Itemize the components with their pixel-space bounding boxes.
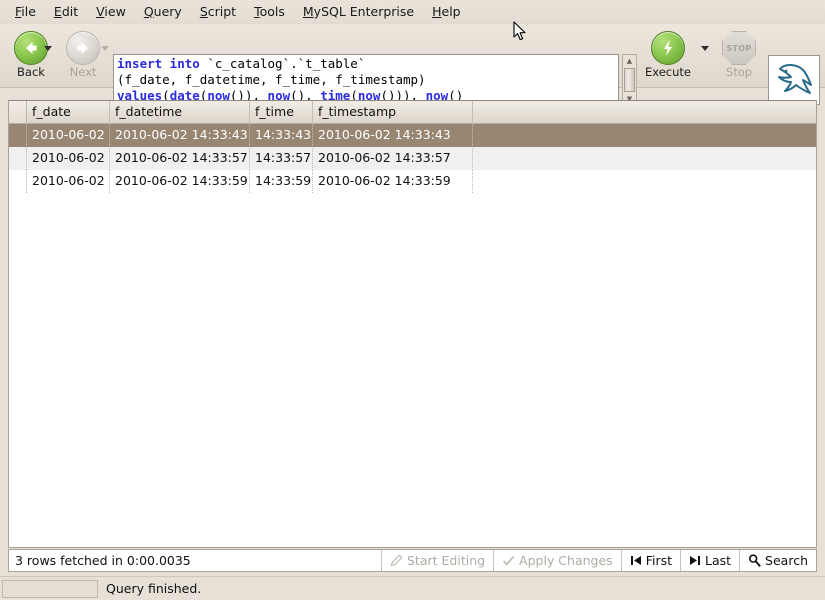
table-row[interactable]: 2010-06-02 2010-06-02 14:33:43 14:33:43 201… (9, 124, 816, 147)
scroll-up-icon[interactable]: ▲ (623, 55, 636, 67)
apply-changes-button: Apply Changes (493, 550, 621, 571)
execute-dropdown-arrow[interactable] (701, 46, 709, 51)
check-icon (502, 554, 515, 567)
column-header-f_date[interactable]: f_date (27, 101, 110, 123)
menu-query[interactable]: Query (135, 2, 191, 23)
sql-text: (f_date, f_datetime, f_time, f_timestamp… (117, 72, 426, 87)
menu-accelerator: M (302, 3, 314, 19)
start-editing-button: Start Editing (381, 550, 493, 571)
column-header-f_timestamp[interactable]: f_timestamp (313, 101, 473, 123)
menu-edit[interactable]: Edit (45, 2, 87, 23)
magnifier-icon (748, 554, 761, 567)
cell-f_time[interactable]: 14:33:43 (250, 124, 313, 147)
stop-button-label: Stop (725, 65, 753, 79)
application-window: File Edit View Query Script Tools MySQL Enterp… (0, 0, 825, 600)
execute-button-glyph (639, 28, 697, 68)
mysql-dolphin-logo (768, 55, 820, 105)
cell-f_datetime[interactable]: 2010-06-02 14:33:57 (110, 147, 250, 170)
arrow-right-icon (66, 31, 100, 65)
first-button[interactable]: First (620, 550, 680, 571)
row-filler (473, 170, 816, 193)
back-dropdown-arrow[interactable] (44, 46, 52, 51)
apply-changes-label: Apply Changes (519, 553, 613, 568)
skip-first-icon (630, 555, 642, 566)
row-filler (473, 147, 816, 170)
arrow-left-icon (14, 31, 48, 65)
cell-f_timestamp[interactable]: 2010-06-02 14:33:57 (313, 147, 473, 170)
lightning-bolt-icon (651, 31, 685, 65)
window-statusbar: Query finished. (0, 576, 825, 600)
search-label: Search (765, 553, 808, 568)
menu-mysql-enterprise[interactable]: MySQL Enterprise (294, 2, 423, 23)
result-grid-header: f_date f_datetime f_time f_timestamp (9, 101, 816, 124)
cell-f_date[interactable]: 2010-06-02 (27, 124, 110, 147)
status-message: Query finished. (106, 581, 202, 596)
stop-button: STOP Stop (710, 28, 768, 78)
scrollbar-thumb[interactable] (624, 68, 635, 92)
first-label: First (645, 553, 672, 568)
menu-view[interactable]: View (87, 2, 135, 23)
result-grid-statusbar: 3 rows fetched in 0:00.0035 Start Editin… (8, 549, 817, 572)
sql-editor-scrollbar[interactable]: ▲ ▼ (622, 54, 637, 106)
row-gutter[interactable] (9, 147, 27, 170)
header-filler (473, 101, 816, 123)
cell-f_timestamp[interactable]: 2010-06-02 14:33:59 (313, 170, 473, 193)
cell-f_datetime[interactable]: 2010-06-02 14:33:59 (110, 170, 250, 193)
skip-last-icon (689, 555, 701, 566)
search-button[interactable]: Search (739, 550, 816, 571)
next-dropdown-arrow (101, 46, 109, 51)
cell-f_timestamp[interactable]: 2010-06-02 14:33:43 (313, 124, 473, 147)
column-header-f_datetime[interactable]: f_datetime (110, 101, 250, 123)
last-button[interactable]: Last (680, 550, 739, 571)
table-row[interactable]: 2010-06-02 2010-06-02 14:33:59 14:33:59 201… (9, 170, 816, 193)
header-gutter (9, 101, 27, 123)
execute-button-label: Execute (645, 65, 691, 79)
cell-f_datetime[interactable]: 2010-06-02 14:33:43 (110, 124, 250, 147)
sql-line-2: (f_date, f_datetime, f_time, f_timestamp… (117, 72, 615, 88)
pencil-icon (390, 554, 403, 567)
row-gutter[interactable] (9, 124, 27, 147)
cell-f_date[interactable]: 2010-06-02 (27, 147, 110, 170)
row-filler (473, 124, 816, 147)
menu-accelerator: F (15, 3, 22, 19)
next-button[interactable]: Next (54, 28, 112, 78)
sql-line-1: insert into `c_catalog`.`t_table` (117, 56, 615, 72)
result-grid-body[interactable]: 2010-06-02 2010-06-02 14:33:43 14:33:43 201… (9, 124, 816, 193)
back-button[interactable]: Back (2, 28, 60, 78)
result-grid[interactable]: f_date f_datetime f_time f_timestamp 2010-0… (8, 100, 817, 548)
sql-keyword: insert into (117, 56, 208, 71)
cell-f_date[interactable]: 2010-06-02 (27, 170, 110, 193)
stop-octagon-icon: STOP (722, 31, 756, 65)
row-gutter[interactable] (9, 170, 27, 193)
column-header-f_time[interactable]: f_time (250, 101, 313, 123)
menu-tools[interactable]: Tools (245, 2, 294, 23)
menu-bar: File Edit View Query Script Tools MySQL Enterp… (0, 0, 825, 24)
execute-button[interactable]: Execute (639, 28, 697, 78)
sql-text: `c_catalog`.`t_table` (207, 56, 366, 71)
menu-accelerator: S (199, 3, 208, 19)
back-button-label: Back (17, 65, 45, 79)
rows-fetched-label: 3 rows fetched in 0:00.0035 (15, 553, 191, 568)
menu-accelerator: T (254, 3, 260, 19)
start-editing-label: Start Editing (407, 553, 486, 568)
status-progress-panel (2, 579, 98, 598)
menu-accelerator: E (53, 3, 62, 19)
menu-accelerator: H (432, 3, 442, 19)
cell-f_time[interactable]: 14:33:59 (250, 170, 313, 193)
menu-accelerator: V (96, 3, 105, 19)
stop-button-glyph: STOP (710, 28, 768, 68)
menu-file[interactable]: File (6, 2, 45, 23)
table-row[interactable]: 2010-06-02 2010-06-02 14:33:57 14:33:57 201… (9, 147, 816, 170)
main-toolbar: Back Next insert into `c_catalog`.`t_tab… (0, 24, 825, 106)
cell-f_time[interactable]: 14:33:57 (250, 147, 313, 170)
sql-editor[interactable]: insert into `c_catalog`.`t_table` (f_date… (113, 54, 619, 106)
last-label: Last (705, 553, 732, 568)
menu-help[interactable]: Help (423, 2, 470, 23)
next-button-label: Next (69, 65, 97, 79)
menu-script[interactable]: Script (191, 2, 245, 23)
menu-accelerator: Q (143, 3, 154, 19)
